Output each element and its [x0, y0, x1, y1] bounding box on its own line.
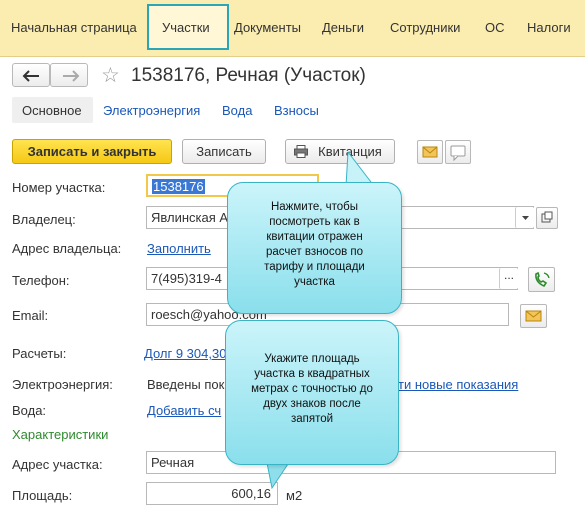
electricity-readings-link[interactable]: ти новые показания — [398, 377, 518, 392]
nav-tab-taxes[interactable]: Налоги — [527, 20, 571, 35]
tip-line: квитации отражен — [266, 231, 363, 243]
envelope-button[interactable] — [417, 140, 443, 164]
arrow-right-icon — [63, 70, 80, 82]
owner-open-button[interactable] — [536, 207, 558, 229]
forward-button[interactable] — [50, 63, 88, 87]
subtab-contributions[interactable]: Взносы — [274, 103, 319, 118]
add-meter-link[interactable]: Добавить сч — [147, 403, 221, 418]
tip-line: посмотреть как в — [269, 216, 360, 228]
ellipsis-icon: ... — [503, 268, 514, 282]
tip-line: метрах с точностью до — [251, 383, 373, 395]
tip-line: тарифу и площади — [264, 261, 365, 273]
subtab-main-label: Основное — [22, 103, 82, 118]
subtab-main[interactable]: Основное — [12, 97, 93, 123]
arrow-left-icon — [22, 70, 39, 82]
tip-line: расчет взносов по — [265, 246, 364, 258]
owner-dropdown-button[interactable] — [515, 207, 534, 228]
phone-call-icon — [535, 271, 550, 288]
nav-tab-money[interactable]: Деньги — [322, 20, 364, 35]
open-card-icon — [541, 211, 553, 223]
page-title: 1538176, Речная (Участок) — [131, 65, 366, 86]
water-label: Вода: — [12, 403, 47, 418]
tip-line: Нажмите, чтобы — [270, 201, 359, 213]
receipt-hint-tooltip: Нажмите, чтобы посмотреть как в квитации… — [227, 182, 402, 314]
subtab-electricity[interactable]: Электроэнергия — [103, 103, 200, 118]
tip-line: двух знаков после — [263, 398, 361, 410]
call-button[interactable] — [528, 267, 555, 292]
send-email-button[interactable] — [520, 304, 547, 328]
speech-bubble-icon — [450, 145, 466, 162]
owner-address-fill-link[interactable]: Заполнить — [147, 241, 211, 256]
envelope-icon — [525, 310, 542, 322]
nav-tab-plots[interactable]: Участки — [162, 20, 210, 35]
tip-line: Укажите площадь — [264, 353, 360, 365]
printer-icon — [294, 145, 308, 158]
owner-label: Владелец: — [12, 212, 76, 227]
area-label: Площадь: — [12, 488, 73, 503]
chevron-down-icon — [522, 216, 529, 220]
phone-label: Телефон: — [12, 273, 70, 288]
nav-tab-documents[interactable]: Документы — [234, 20, 301, 35]
star-icon[interactable]: ☆ — [101, 63, 120, 88]
tip-line: участка — [294, 276, 335, 288]
electricity-label: Электроэнергия: — [12, 377, 113, 392]
email-label: Email: — [12, 308, 49, 323]
plot-address-label: Адрес участка: — [12, 457, 103, 472]
phone-value: 7(495)319-4 — [151, 271, 222, 286]
section-nav-bar: Начальная страница Участки Документы Ден… — [0, 0, 585, 57]
phone-select-button[interactable]: ... — [499, 268, 518, 289]
envelope-icon — [422, 146, 438, 158]
owner-address-label: Адрес владельца: — [12, 241, 122, 256]
nav-tab-employees[interactable]: Сотрудники — [390, 20, 460, 35]
plot-number-label: Номер участка: — [12, 180, 106, 195]
settlements-label: Расчеты: — [12, 346, 67, 361]
characteristics-heading: Характеристики — [12, 427, 109, 442]
electricity-status-text: Введены пок — [147, 377, 225, 392]
area-input[interactable]: 600,16 — [146, 482, 278, 505]
save-and-close-button[interactable]: Записать и закрыть — [12, 139, 172, 164]
nav-tab-fixed-assets[interactable]: ОС — [485, 20, 505, 35]
owner-value: Явлинская А — [151, 210, 229, 225]
nav-tab-home[interactable]: Начальная страница — [11, 20, 137, 35]
tip-line: участка в квадратных — [254, 368, 370, 380]
comment-button[interactable] — [445, 140, 471, 164]
debt-link[interactable]: Долг 9 304,30 — [144, 346, 226, 361]
tip-line: запятой — [290, 413, 334, 425]
back-button[interactable] — [12, 63, 50, 87]
plot-number-value: 1538176 — [152, 179, 205, 194]
save-button[interactable]: Записать — [182, 139, 266, 164]
area-hint-tooltip: Укажите площадь участка в квадратных мет… — [225, 320, 399, 465]
plot-address-value: Речная — [151, 455, 195, 470]
subtab-water[interactable]: Вода — [222, 103, 252, 118]
